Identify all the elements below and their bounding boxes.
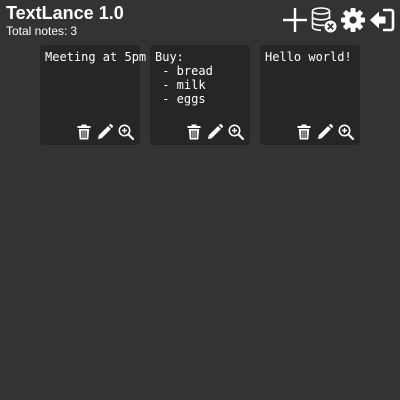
- note-actions: [72, 123, 135, 141]
- note-actions: [182, 123, 245, 141]
- clear-database-button[interactable]: [310, 6, 338, 34]
- delete-note-button[interactable]: [295, 123, 313, 141]
- note-actions: [292, 123, 355, 141]
- note-card[interactable]: Hello world!: [260, 45, 360, 145]
- zoom-in-icon: [228, 124, 244, 140]
- edit-note-button[interactable]: [316, 123, 334, 141]
- edit-note-button[interactable]: [206, 123, 224, 141]
- notes-grid: Meeting at 5pm Buy: - bread - milk - egg…: [40, 45, 370, 145]
- logout-icon: [370, 8, 395, 32]
- add-icon: [283, 8, 307, 32]
- add-note-button[interactable]: [281, 6, 309, 34]
- delete-note-button[interactable]: [185, 123, 203, 141]
- app-header: TextLance 1.0 Total notes: 3: [0, 0, 400, 40]
- view-note-button[interactable]: [337, 123, 355, 141]
- zoom-in-icon: [118, 124, 134, 140]
- note-count-value: 3: [70, 24, 78, 38]
- settings-icon: [341, 8, 365, 32]
- toolbar: [280, 6, 396, 34]
- note-count: Total notes: 3: [6, 24, 77, 38]
- delete-note-button[interactable]: [75, 123, 93, 141]
- pencil-icon: [318, 124, 333, 139]
- app-title: TextLance 1.0: [6, 3, 124, 23]
- pencil-icon: [98, 124, 113, 139]
- note-count-label: Total notes:: [6, 24, 68, 38]
- note-text: Buy: - bread - milk - eggs: [155, 50, 213, 106]
- trash-icon: [297, 124, 311, 140]
- zoom-in-icon: [338, 124, 354, 140]
- note-card[interactable]: Meeting at 5pm: [40, 45, 147, 145]
- logout-button[interactable]: [368, 6, 396, 34]
- settings-button[interactable]: [339, 6, 367, 34]
- view-note-button[interactable]: [227, 123, 245, 141]
- pencil-icon: [208, 124, 223, 139]
- edit-note-button[interactable]: [96, 123, 114, 141]
- note-text: Meeting at 5pm: [45, 50, 147, 64]
- note-text: Hello world!: [265, 50, 352, 64]
- view-note-button[interactable]: [117, 123, 135, 141]
- trash-icon: [187, 124, 201, 140]
- database-remove-icon: [311, 7, 337, 33]
- trash-icon: [77, 124, 91, 140]
- note-card[interactable]: Buy: - bread - milk - eggs: [150, 45, 250, 145]
